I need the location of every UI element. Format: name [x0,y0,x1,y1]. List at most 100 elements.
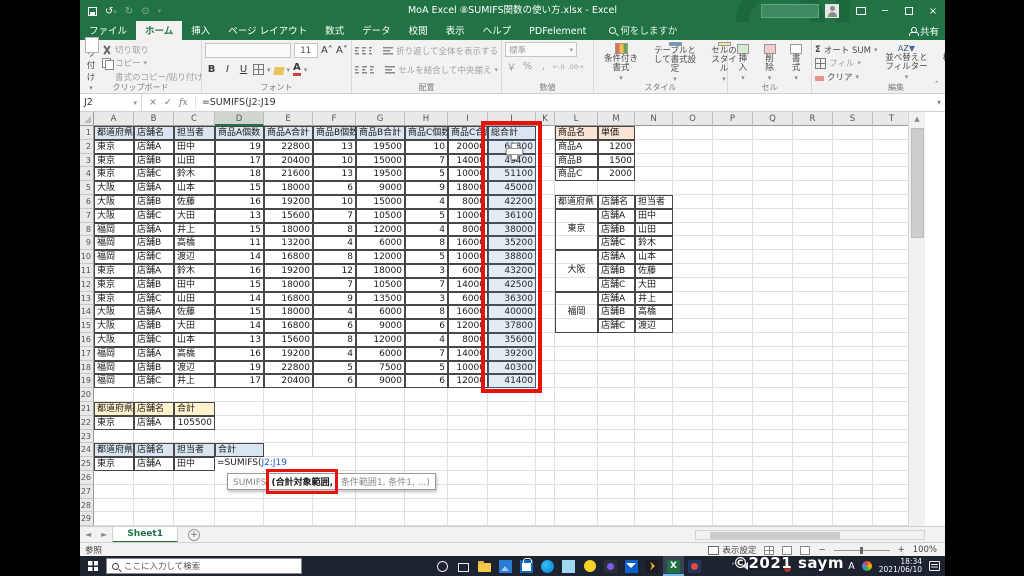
cell-E4[interactable]: 21600 [264,167,313,182]
column-header-Q[interactable]: Q [753,112,793,126]
align-left-icon[interactable] [355,65,360,74]
column-header-H[interactable]: H [405,112,448,126]
avatar[interactable] [825,4,839,18]
cell-E9[interactable]: 13200 [264,236,313,251]
taskbar-search-input[interactable]: ここに入力して検索 [106,558,302,574]
cell-C19[interactable]: 井上 [174,374,215,389]
row-header-10[interactable]: 10 [80,250,94,264]
cell-M1[interactable]: 単価 [598,126,635,140]
tab-校閲[interactable]: 校閲 [400,21,437,40]
cell-F8[interactable]: 8 [313,222,356,237]
cell-C11[interactable]: 鈴木 [174,264,215,278]
decrease-font-icon[interactable]: A˅ [336,45,348,56]
cell-C1[interactable]: 担当者 [174,126,215,140]
cell-A19[interactable]: 福岡 [94,374,134,389]
column-header-C[interactable]: C [174,112,215,126]
cell-A16[interactable]: 大阪 [94,333,134,347]
cell-A12[interactable]: 東京 [94,277,134,292]
expand-formula-bar-icon[interactable]: ▾ [937,98,941,107]
cell-F12[interactable]: 7 [313,277,356,292]
cell-H4[interactable]: 5 [405,167,448,182]
row-header-8[interactable]: 8 [80,222,94,237]
vertical-scrollbar-thumb[interactable] [911,128,924,238]
cell-E3[interactable]: 20400 [264,153,313,168]
cell-M2[interactable]: 1200 [598,139,635,154]
cell-M3[interactable]: 1500 [598,153,635,168]
row-header-16[interactable]: 16 [80,333,94,347]
cell-A13[interactable]: 東京 [94,291,134,306]
tab-ページ レイアウト[interactable]: ページ レイアウト [219,21,316,40]
cell-E2[interactable]: 22800 [264,139,313,154]
cell-D15[interactable]: 14 [215,319,264,333]
cell-C4[interactable]: 鈴木 [174,167,215,182]
cell-F10[interactable]: 8 [313,250,356,264]
cell-G14[interactable]: 6000 [356,305,405,320]
font-size-combobox[interactable]: 11 [293,43,318,58]
cell-C22[interactable]: 105500 [174,415,215,430]
find-select-button[interactable]: 検索と選択▾ [935,42,945,84]
cell-D14[interactable]: 15 [215,305,264,320]
row-header-26[interactable]: 26 [80,471,94,485]
cell-F17[interactable]: 4 [313,346,356,361]
taskbar-pinned-app-button[interactable] [600,556,621,576]
taskbar-excel-button[interactable]: X [663,556,684,576]
cell-H6[interactable]: 4 [405,195,448,209]
row-header-6[interactable]: 6 [80,195,94,209]
cell-H11[interactable]: 3 [405,264,448,278]
cell-D12[interactable]: 15 [215,277,264,292]
cell-F7[interactable]: 7 [313,208,356,223]
cell-H3[interactable]: 7 [405,153,448,168]
cell-G15[interactable]: 9000 [356,319,405,333]
cell-E17[interactable]: 19200 [264,346,313,361]
cell-D16[interactable]: 13 [215,333,264,347]
cell-B2[interactable]: 店舗A [134,139,174,154]
cell-G1[interactable]: 商品B合計 [356,126,405,140]
cell-N6[interactable]: 担当者 [635,195,673,209]
cell-B11[interactable]: 店舗A [134,264,174,278]
cell-C16[interactable]: 山本 [174,333,215,347]
ribbon-display-options-button[interactable] [849,0,873,22]
cell-G3[interactable]: 15000 [356,153,405,168]
taskbar-store-button[interactable] [516,556,537,576]
cell-H15[interactable]: 6 [405,319,448,333]
tray-app-icon[interactable] [861,561,872,571]
cell-G17[interactable]: 6000 [356,346,405,361]
cell-B12[interactable]: 店舗B [134,277,174,292]
cell-H14[interactable]: 8 [405,305,448,320]
cell-H2[interactable]: 10 [405,139,448,154]
cell-B15[interactable]: 店舗B [134,319,174,333]
autosum-button[interactable]: Σ オート SUM ▾ [815,43,877,56]
cell-H16[interactable]: 4 [405,333,448,347]
sheet-nav-left-icon[interactable]: ◄ [80,530,96,539]
cell-C15[interactable]: 大田 [174,319,215,333]
row-header-5[interactable]: 5 [80,181,94,195]
cell-L6[interactable]: 都道府県 [555,195,598,209]
share-button[interactable]: 共有 [908,24,939,38]
number-format-combobox[interactable]: 標準 ▾ [505,42,577,57]
cell-B24[interactable]: 店舗名 [134,443,174,458]
cell-M12[interactable]: 店舗C [598,277,635,292]
cell-E7[interactable]: 15600 [264,208,313,223]
column-header-F[interactable]: F [313,112,356,126]
cell-M13[interactable]: 店舗A [598,291,635,306]
account-box[interactable] [761,4,819,18]
cell-B10[interactable]: 店舗C [134,250,174,264]
cell-E1[interactable]: 商品A合計 [264,126,313,140]
taskbar-sticky-notes-button[interactable] [558,556,579,576]
cell-E18[interactable]: 22800 [264,360,313,375]
cell-L3[interactable]: 商品B [555,153,598,168]
taskbar-clock[interactable]: 18:34 2021/06/10 [879,557,922,575]
zoom-slider[interactable] [833,546,890,554]
cell-B6[interactable]: 店舗B [134,195,174,209]
cell-D17[interactable]: 16 [215,346,264,361]
fill-button[interactable]: フィル ▾ [815,57,877,70]
cell-D13[interactable]: 14 [215,291,264,306]
cut-button[interactable]: 切り取り [102,43,203,56]
cell-N8[interactable]: 山田 [635,222,673,237]
cell-B4[interactable]: 店舗C [134,167,174,182]
taskbar-yellow-app-button[interactable] [579,556,600,576]
cell-D24[interactable]: 合計 [215,443,264,458]
align-middle-icon[interactable] [361,46,366,55]
align-top-icon[interactable] [355,46,359,55]
column-header-B[interactable]: B [134,112,174,126]
